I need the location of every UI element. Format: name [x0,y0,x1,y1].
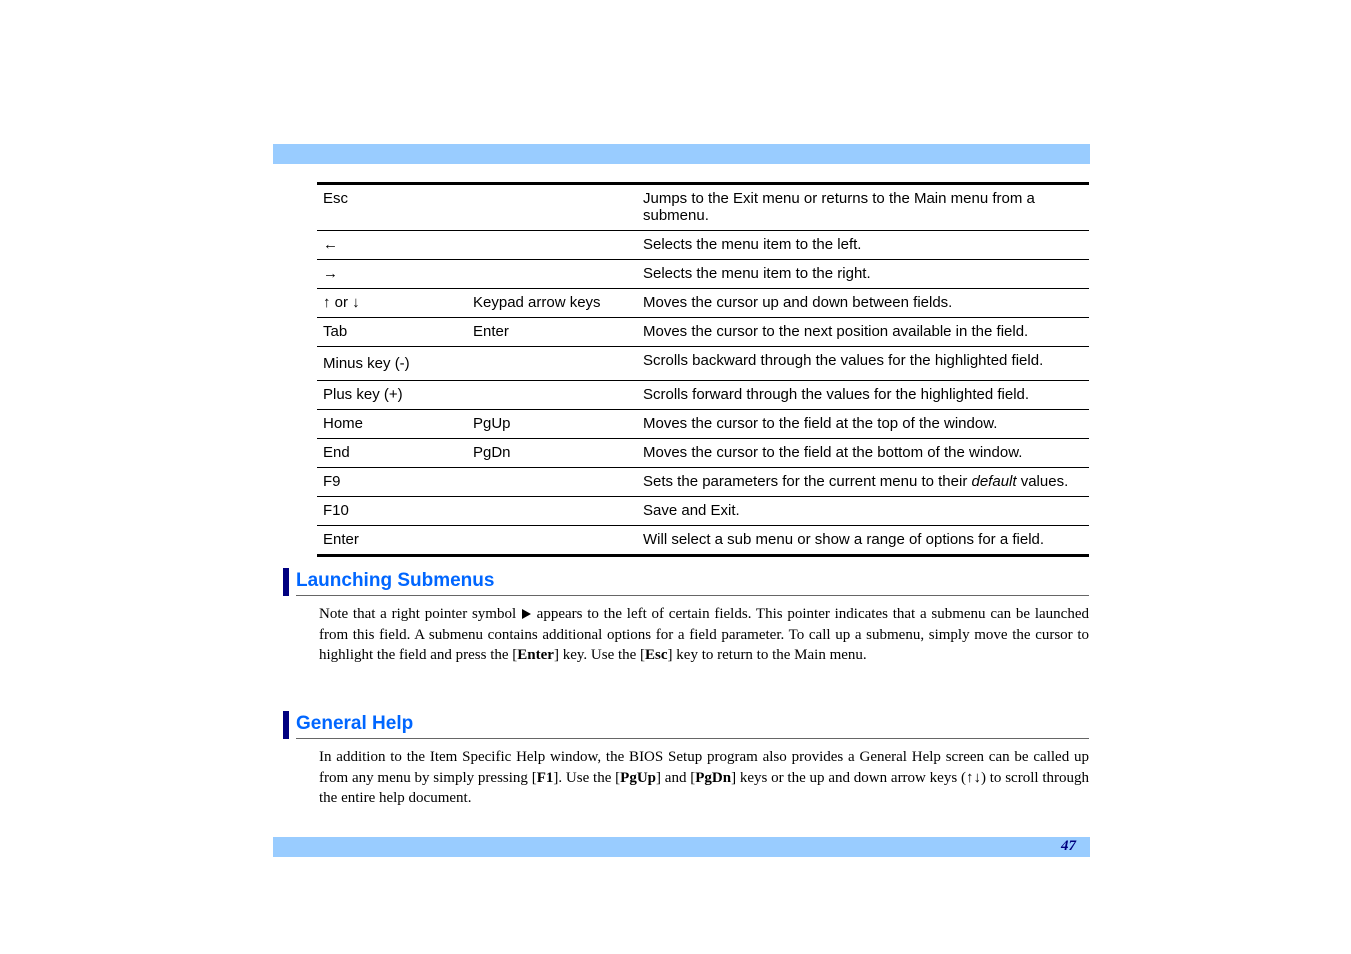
key-cell: End [317,439,467,468]
key-cell: Tab [317,318,467,347]
paragraph: In addition to the Item Specific Help wi… [319,747,1089,809]
key-cell: F10 [317,497,467,526]
alt-cell [467,184,637,231]
alt-cell [467,231,637,260]
table-row: Enter Will select a sub menu or show a r… [317,526,1089,556]
desc-cell: Moves the cursor up and down between fie… [637,289,1089,318]
key-cell: Plus key (+) [317,381,467,410]
table-row: Minus key (-) Scrolls backward through t… [317,347,1089,381]
table-row: → Selects the menu item to the right. [317,260,1089,289]
table-row: Esc Jumps to the Exit menu or returns to… [317,184,1089,231]
paragraph: Note that a right pointer symbol appears… [319,604,1089,666]
key-label: PgDn [695,770,731,786]
alt-cell: Enter [467,318,637,347]
key-cell: Home [317,410,467,439]
desc-cell: Scrolls forward through the values for t… [637,381,1089,410]
desc-cell: Will select a sub menu or show a range o… [637,526,1089,556]
desc-cell: Moves the cursor to the next position av… [637,318,1089,347]
table-row: Tab Enter Moves the cursor to the next p… [317,318,1089,347]
section-header: Launching Submenus [283,568,1089,596]
table-row: F9 Sets the parameters for the current m… [317,468,1089,497]
section-launching-submenus: Launching Submenus Note that a right poi… [283,568,1089,666]
body-text: ] key. Use the [ [554,647,645,663]
keyboard-shortcuts-table: Esc Jumps to the Exit menu or returns to… [317,182,1089,557]
alt-cell [467,468,637,497]
body-text: ] and [ [656,770,695,786]
key-label: F1 [537,770,554,786]
table-row: End PgDn Moves the cursor to the field a… [317,439,1089,468]
alt-cell [467,526,637,556]
alt-cell: PgDn [467,439,637,468]
desc-cell: Jumps to the Exit menu or returns to the… [637,184,1089,231]
desc-cell: Sets the parameters for the current menu… [637,468,1089,497]
table-row: ↑ or ↓ Keypad arrow keys Moves the curso… [317,289,1089,318]
right-pointer-icon [522,609,531,619]
key-cell: Esc [317,184,467,231]
alt-cell: Keypad arrow keys [467,289,637,318]
alt-cell [467,381,637,410]
key-label: Enter [517,647,554,663]
key-cell: ↑ or ↓ [317,289,467,318]
table-row: ← Selects the menu item to the left. [317,231,1089,260]
alt-cell [467,260,637,289]
table-row: Plus key (+) Scrolls forward through the… [317,381,1089,410]
desc-cell: Moves the cursor to the field at the bot… [637,439,1089,468]
desc-text: Sets the parameters for the current menu… [643,473,972,490]
section-accent-bar [283,568,289,596]
key-cell: F9 [317,468,467,497]
page-number: 47 [1061,838,1076,855]
alt-cell [467,497,637,526]
table-row: F10 Save and Exit. [317,497,1089,526]
key-label: Esc [645,647,668,663]
footer-accent-bar [273,837,1090,857]
desc-cell: Save and Exit. [637,497,1089,526]
desc-cell: Scrolls backward through the values for … [637,347,1089,381]
alt-cell [467,347,637,381]
section-header: General Help [283,711,1089,739]
section-title: General Help [296,711,1089,739]
body-text: ]. Use the [ [553,770,620,786]
body-text: Note that a right pointer symbol [319,606,521,622]
desc-cell: Selects the menu item to the right. [637,260,1089,289]
table-row: Home PgUp Moves the cursor to the field … [317,410,1089,439]
key-label: PgUp [620,770,656,786]
desc-emph: default [972,473,1017,490]
key-cell: → [317,260,467,289]
section-title: Launching Submenus [296,568,1089,596]
section-general-help: General Help In addition to the Item Spe… [283,711,1089,809]
desc-cell: Moves the cursor to the field at the top… [637,410,1089,439]
alt-cell: PgUp [467,410,637,439]
desc-text: values. [1017,473,1069,490]
key-cell: Enter [317,526,467,556]
key-cell: ← [317,231,467,260]
header-accent-bar [273,144,1090,164]
key-cell: Minus key (-) [317,347,467,381]
desc-cell: Selects the menu item to the left. [637,231,1089,260]
section-accent-bar [283,711,289,739]
body-text: ] key to return to the Main menu. [668,647,867,663]
